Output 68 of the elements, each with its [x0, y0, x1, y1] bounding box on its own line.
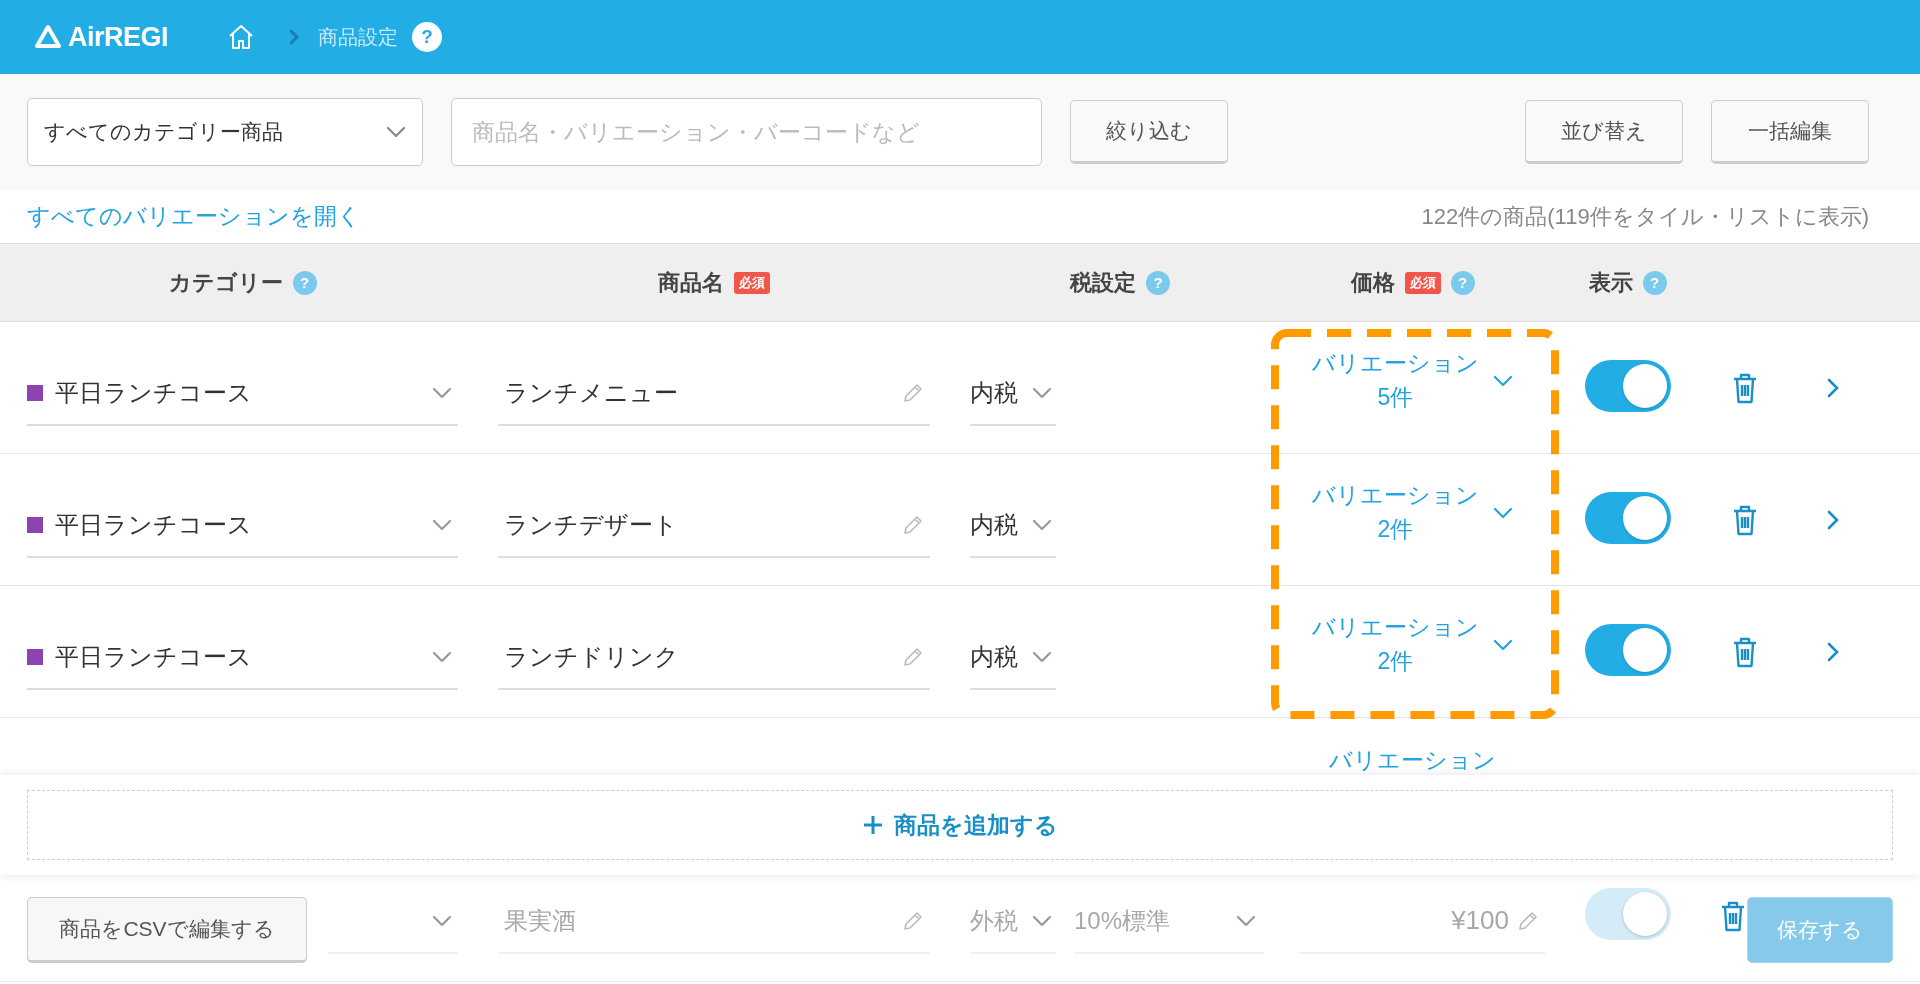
- product-name-field[interactable]: ランチメニュー: [498, 361, 930, 426]
- pencil-icon: [902, 513, 924, 536]
- plus-icon: [862, 814, 884, 836]
- pencil-icon: [1517, 909, 1539, 932]
- column-header: 商品名: [658, 268, 724, 297]
- pencil-icon: [902, 645, 924, 668]
- chevron-down-icon: [1032, 518, 1052, 531]
- chevron-down-icon: [1493, 374, 1513, 387]
- column-header: カテゴリー: [168, 268, 283, 297]
- category-select[interactable]: すべてのカテゴリー商品: [27, 98, 423, 166]
- logo-icon: [34, 24, 62, 50]
- product-name-field[interactable]: 果実酒: [498, 889, 930, 954]
- chevron-down-icon: [432, 650, 452, 663]
- chevron-down-icon: [1236, 914, 1256, 927]
- product-name-field[interactable]: ランチドリンク: [498, 625, 930, 690]
- tax-select[interactable]: 内税: [970, 625, 1056, 690]
- add-product-button[interactable]: 商品を追加する: [27, 790, 1893, 860]
- column-header: 税設定: [1070, 268, 1136, 297]
- category-select[interactable]: 平日ランチコース: [27, 361, 458, 426]
- visibility-toggle[interactable]: [1585, 623, 1671, 676]
- chevron-down-icon: [1032, 914, 1052, 927]
- price-field[interactable]: ¥100: [1300, 889, 1545, 954]
- tax-select[interactable]: 外税: [970, 889, 1056, 954]
- chevron-right-icon[interactable]: [1825, 508, 1840, 531]
- variation-count-link[interactable]: バリエーション 5件: [1312, 347, 1479, 414]
- pencil-icon: [902, 381, 924, 404]
- chevron-right-icon: [288, 28, 301, 46]
- logo[interactable]: AirREGI: [68, 21, 169, 53]
- chevron-down-icon: [432, 518, 452, 531]
- chevron-right-icon[interactable]: [1825, 640, 1840, 663]
- expand-variations-link[interactable]: すべてのバリエーションを開く: [27, 201, 361, 232]
- help-icon[interactable]: ?: [412, 22, 443, 52]
- chevron-down-icon: [1493, 638, 1513, 651]
- help-icon[interactable]: ?: [292, 270, 317, 295]
- category-select[interactable]: 平日ランチコース: [27, 625, 458, 690]
- chevron-down-icon: [432, 386, 452, 399]
- product-count: 122件の商品(119件をタイル・リストに表示): [1421, 202, 1869, 231]
- chevron-down-icon: [432, 914, 452, 927]
- product-name-field[interactable]: ランチデザート: [498, 493, 930, 558]
- chevron-down-icon: [1032, 650, 1052, 663]
- filter-button[interactable]: 絞り込む: [1070, 100, 1228, 164]
- chevron-right-icon[interactable]: [1825, 376, 1840, 399]
- variation-count-link[interactable]: バリエーション 2件: [1312, 479, 1479, 546]
- column-header: 価格: [1350, 268, 1395, 297]
- breadcrumb-title: 商品設定: [318, 24, 399, 50]
- help-icon[interactable]: ?: [1642, 270, 1667, 295]
- tax-rate-select[interactable]: 10%標準: [1074, 889, 1264, 954]
- chevron-down-icon: [1493, 506, 1513, 519]
- tax-select[interactable]: 内税: [970, 361, 1056, 426]
- help-icon[interactable]: ?: [1450, 270, 1475, 295]
- visibility-toggle[interactable]: [1585, 491, 1671, 544]
- variation-count-link[interactable]: バリエーション 2件: [1312, 611, 1479, 678]
- sort-button[interactable]: 並び替え: [1525, 100, 1683, 164]
- category-select[interactable]: 平日ランチコース: [27, 493, 458, 558]
- help-icon[interactable]: ?: [1146, 270, 1170, 295]
- variation-count-link[interactable]: バリエーション: [1329, 744, 1496, 778]
- bulk-edit-button[interactable]: 一括編集: [1711, 100, 1869, 164]
- csv-edit-button[interactable]: 商品をCSVで編集する: [27, 896, 307, 963]
- required-badge: 必須: [734, 271, 770, 294]
- visibility-toggle[interactable]: [1585, 359, 1671, 412]
- chevron-down-icon: [1032, 386, 1052, 399]
- search-field[interactable]: 商品名・バリエーション・バーコードなど: [451, 98, 1042, 166]
- tax-select[interactable]: 内税: [970, 493, 1056, 558]
- column-header: 表示: [1588, 268, 1633, 297]
- visibility-toggle[interactable]: [1585, 887, 1671, 940]
- required-badge: 必須: [1404, 271, 1441, 294]
- pencil-icon: [902, 909, 924, 932]
- chevron-down-icon: [386, 126, 406, 138]
